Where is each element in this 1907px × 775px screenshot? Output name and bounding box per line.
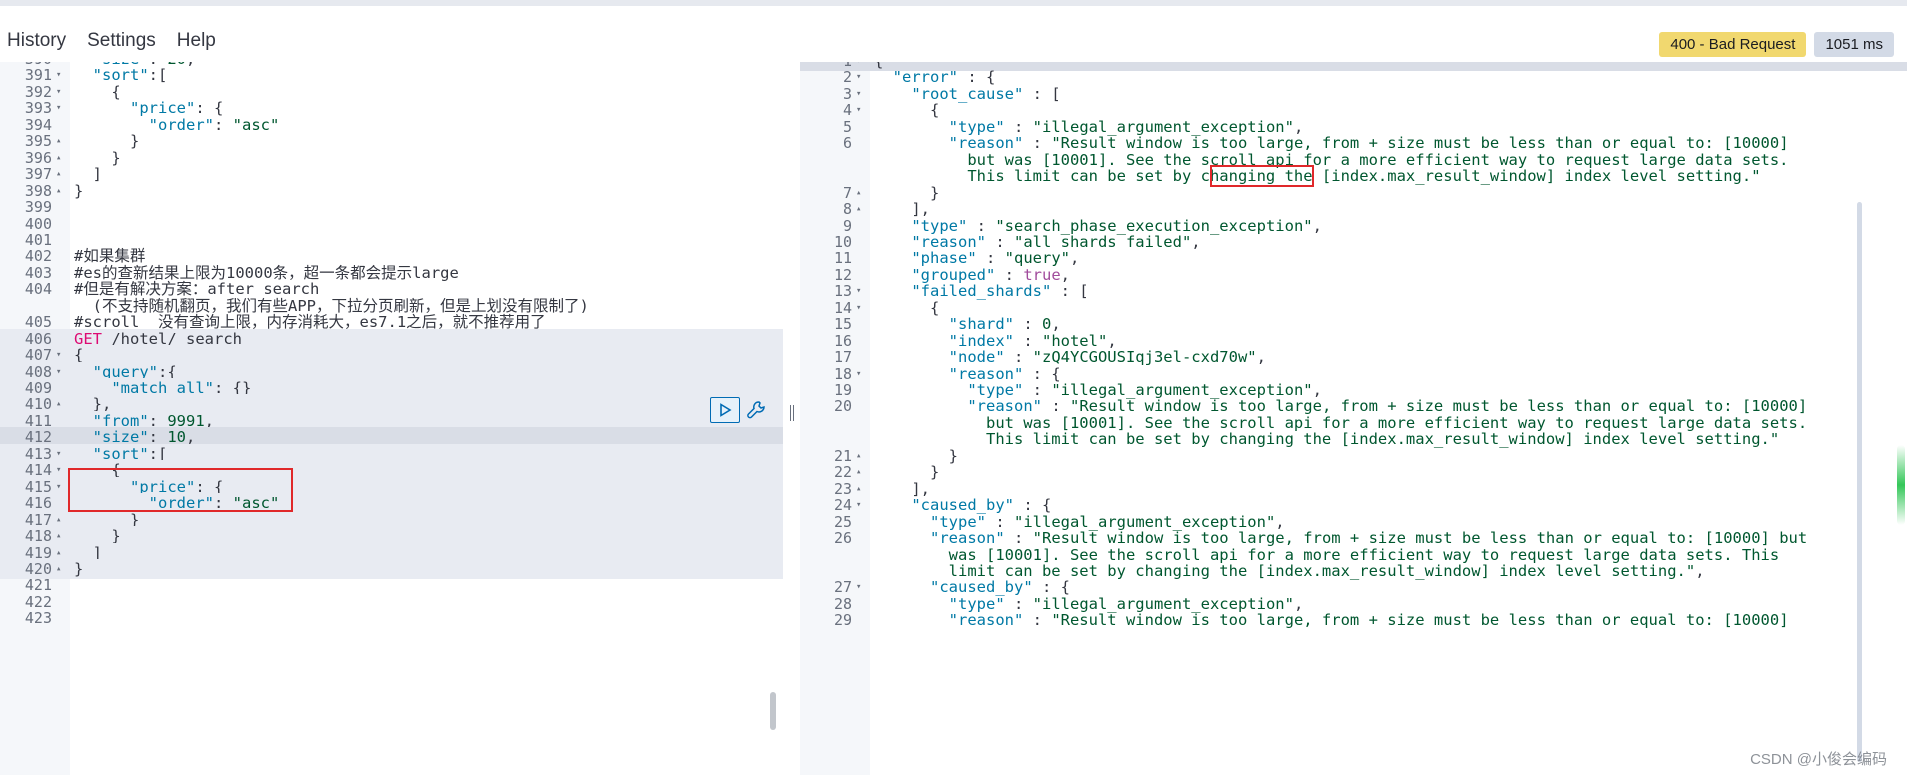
- highlight-from-size-box: [68, 468, 293, 512]
- code-text: "reason" : "Result window is too large, …: [948, 611, 1789, 630]
- menu-help[interactable]: Help: [177, 30, 216, 52]
- play-icon: [720, 403, 732, 417]
- send-request-button[interactable]: [710, 397, 740, 423]
- console-toolbar: History Settings Help 400 - Bad Request …: [0, 0, 1907, 60]
- line-number: 29: [833, 611, 852, 630]
- status-code-badge: 400 - Bad Request: [1659, 32, 1807, 57]
- code-line: 423: [0, 608, 783, 628]
- code-line: 29 "reason" : "Result window is too larg…: [800, 610, 1907, 630]
- watermark-text: CSDN @小俊会编码: [1750, 751, 1887, 768]
- menu-history[interactable]: History: [7, 30, 66, 52]
- wrench-icon: [747, 401, 765, 419]
- line-number: 423: [24, 609, 52, 628]
- response-scrollbar[interactable]: [1857, 202, 1862, 762]
- top-menu: History Settings Help: [7, 30, 216, 52]
- request-editor[interactable]: 390 "size": 20,391▾ "sort":[392▾ {393▾ "…: [0, 62, 783, 775]
- pane-resizer[interactable]: [783, 62, 800, 775]
- response-viewer: 1▾{2▾ "error" : {3▾ "root_cause" : [4▾ {…: [800, 62, 1907, 775]
- response-status: 400 - Bad Request 1051 ms: [1659, 32, 1894, 57]
- scroll-indicator: [1897, 445, 1905, 525]
- resizer-grip-icon: [790, 405, 794, 421]
- request-options-button[interactable]: [744, 397, 768, 423]
- request-scrollbar[interactable]: [770, 692, 776, 730]
- menu-settings[interactable]: Settings: [87, 30, 156, 52]
- request-actions: [710, 397, 768, 423]
- highlight-too-large-box: [1210, 165, 1314, 187]
- response-time-badge: 1051 ms: [1814, 32, 1894, 57]
